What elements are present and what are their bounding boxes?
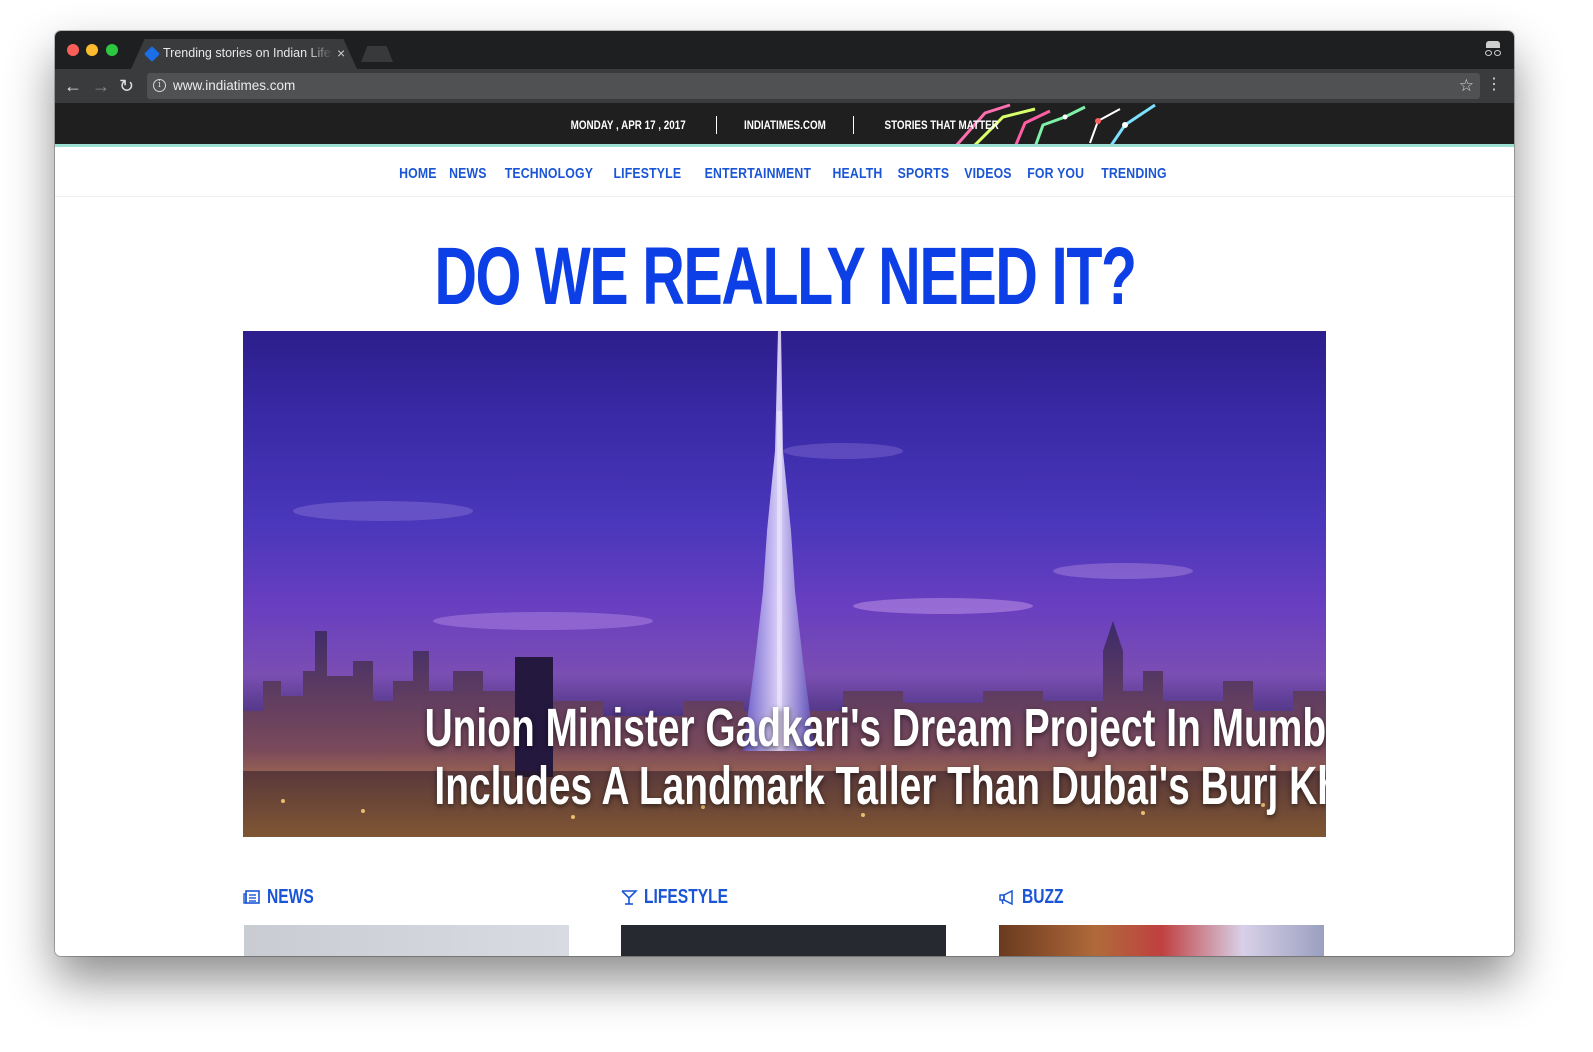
hero-story-card[interactable]: Union Minister Gadkari's Dream Project I… (243, 331, 1326, 837)
incognito-icon (1484, 41, 1502, 57)
browser-tab[interactable]: Trending stories on Indian Lifestyle × (131, 39, 357, 69)
tab-title: Trending stories on Indian Lifestyle (163, 46, 333, 60)
cocktail-glass-icon (621, 890, 638, 905)
megaphone-icon (999, 889, 1013, 906)
site-name-link[interactable]: INDIATIMES.COM (741, 118, 829, 132)
title-bar: Trending stories on Indian Lifestyle × (55, 31, 1514, 69)
web-page: MONDAY , APR 17 , 2017 INDIATIMES.COM ST… (55, 103, 1514, 956)
nav-item-for-you[interactable]: FOR YOU (1027, 165, 1084, 182)
section-lifestyle[interactable]: LIFESTYLE (620, 885, 946, 956)
section-title-lifestyle[interactable]: LIFESTYLE (644, 886, 728, 909)
maximize-window-button[interactable] (106, 44, 118, 56)
back-arrow-icon[interactable]: ← (64, 76, 82, 96)
section-title-news[interactable]: NEWS (267, 886, 314, 909)
page-headline: DO WE REALLY NEED IT? (433, 231, 1137, 322)
nav-item-trending[interactable]: TRENDING (1101, 165, 1167, 182)
hero-story-title[interactable]: Union Minister Gadkari's Dream Project I… (243, 699, 1326, 815)
forward-arrow-icon[interactable]: → (92, 76, 110, 96)
nav-item-news[interactable]: NEWS (449, 165, 487, 182)
url-text[interactable]: www.indiatimes.com (173, 78, 295, 93)
nav-item-videos[interactable]: VIDEOS (964, 165, 1011, 182)
address-bar[interactable]: i www.indiatimes.com ☆ (147, 73, 1480, 99)
nav-item-entertainment[interactable]: ENTERTAINMENT (705, 165, 811, 182)
minimize-window-button[interactable] (86, 44, 98, 56)
main-navigation: HOME NEWS TECHNOLOGY LIFESTYLE ENTERTAIN… (55, 150, 1514, 197)
new-tab-button[interactable] (361, 46, 393, 62)
section-title-buzz[interactable]: BUZZ (1022, 886, 1064, 909)
section-buzz[interactable]: BUZZ (998, 885, 1324, 956)
nav-item-sports[interactable]: SPORTS (897, 165, 949, 182)
browser-window: Trending stories on Indian Lifestyle × ←… (55, 31, 1514, 956)
category-sections: NEWS LIFESTYLE BUZZ (243, 885, 1326, 956)
lifestyle-thumbnail[interactable] (621, 925, 946, 956)
nav-item-lifestyle[interactable]: LIFESTYLE (614, 165, 682, 182)
site-favicon-icon (144, 46, 160, 62)
tagline: STORIES THAT MATTER (884, 118, 999, 132)
divider (716, 116, 718, 134)
bookmark-star-icon[interactable]: ☆ (1459, 76, 1474, 96)
nav-item-health[interactable]: HEALTH (832, 165, 882, 182)
news-thumbnail[interactable] (244, 925, 569, 956)
top-info-strip: MONDAY , APR 17 , 2017 INDIATIMES.COM ST… (55, 103, 1514, 147)
browser-toolbar: ← → ↻ i www.indiatimes.com ☆ ⋮ (55, 69, 1514, 103)
browser-menu-icon[interactable]: ⋮ (1486, 76, 1502, 94)
divider (852, 116, 854, 134)
reload-icon[interactable]: ↻ (119, 76, 134, 96)
newspaper-icon (243, 890, 260, 904)
tab-close-icon[interactable]: × (337, 45, 345, 61)
nav-item-home[interactable]: HOME (399, 165, 437, 182)
section-news[interactable]: NEWS (243, 885, 569, 956)
current-date: MONDAY , APR 17 , 2017 (570, 118, 686, 132)
site-info-icon[interactable]: i (153, 79, 166, 92)
nav-item-technology[interactable]: TECHNOLOGY (504, 165, 592, 182)
buzz-thumbnail[interactable] (999, 925, 1324, 956)
close-window-button[interactable] (67, 44, 79, 56)
